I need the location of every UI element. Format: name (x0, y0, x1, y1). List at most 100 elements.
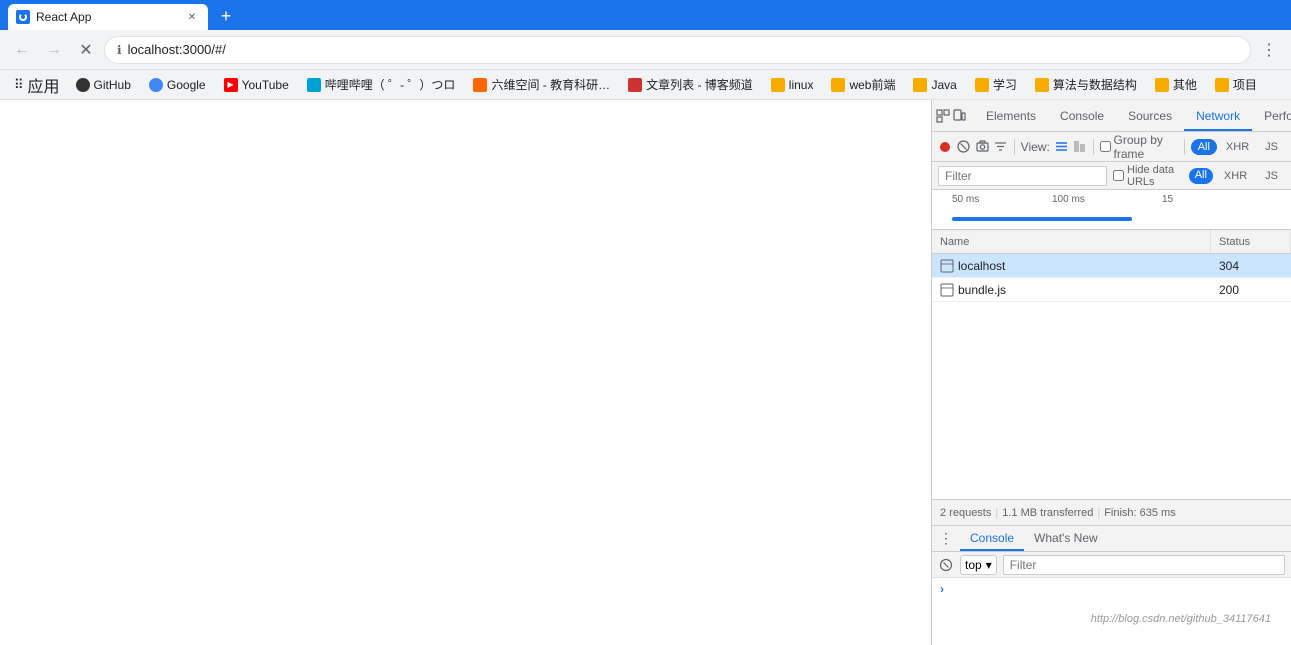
apps-bookmark[interactable]: ⠿ 应用 (8, 70, 66, 100)
bookmark-label: 算法与数据结构 (1053, 76, 1137, 93)
hide-data-urls-checkbox[interactable]: Hide data URLs (1113, 164, 1179, 188)
tab-favicon (16, 10, 30, 24)
console-tab-whatsnew[interactable]: What's New (1024, 527, 1108, 551)
navigation-bar: ← → ✕ ℹ localhost:3000/#/ ⋮ (0, 30, 1291, 70)
bookmark-66wf[interactable]: 六维空间 - 教育科研… (465, 72, 618, 97)
extensions-button[interactable]: ⋮ (1255, 36, 1283, 64)
filter-button[interactable] (993, 138, 1007, 156)
timeline-marker-100: 100 ms (1052, 194, 1085, 205)
devtools-device-button[interactable] (952, 103, 966, 129)
main-area: Elements Console Sources Network Perfo (0, 100, 1291, 645)
bookmark-github[interactable]: GitHub (68, 74, 139, 96)
active-tab[interactable]: React App ✕ (8, 4, 208, 30)
bookmark-label: 学习 (993, 76, 1017, 93)
filter-xhr-2[interactable]: XHR (1217, 168, 1254, 184)
waterfall-view-button[interactable] (1072, 138, 1086, 156)
bookmark-csdn[interactable]: 文章列表 - 博客频道 (620, 72, 761, 97)
filter-all[interactable]: All (1191, 139, 1217, 155)
bookmark-label: linux (789, 78, 814, 92)
timeline-marker-50: 50 ms (952, 194, 979, 205)
console-filter-input[interactable] (1003, 555, 1285, 575)
network-row-bundle[interactable]: bundle.js 200 (932, 278, 1291, 302)
table-header: Name Status (932, 230, 1291, 254)
tab-network[interactable]: Network (1184, 103, 1252, 131)
filter-js[interactable]: JS (1258, 139, 1285, 155)
console-tab-console[interactable]: Console (960, 527, 1024, 551)
transferred-size: 1.1 MB transferred (1002, 507, 1093, 519)
timeline-bar (952, 217, 1132, 221)
bookmark-label: 其他 (1173, 76, 1197, 93)
devtools-inspect-button[interactable] (936, 103, 950, 129)
new-tab-button[interactable]: + (212, 2, 240, 30)
clear-button[interactable] (956, 138, 970, 156)
bookmark-linux[interactable]: linux (763, 74, 822, 96)
tab-elements[interactable]: Elements (974, 103, 1048, 131)
filter-all-2[interactable]: All (1189, 168, 1213, 184)
row-status-localhost: 304 (1211, 254, 1291, 277)
bookmark-label: YouTube (242, 78, 289, 92)
console-chevron-icon: › (940, 582, 944, 596)
bookmark-label: Google (167, 78, 206, 92)
list-view-button[interactable] (1054, 138, 1068, 156)
console-no-icon[interactable] (938, 557, 954, 573)
bookmark-youtube[interactable]: ▶ YouTube (216, 74, 297, 96)
bookmark-bilibili[interactable]: 哔哩哔哩（ ゜- ゜）つロ (299, 72, 464, 97)
bookmark-google[interactable]: Google (141, 74, 214, 96)
filter-js-2[interactable]: JS (1258, 168, 1285, 184)
page-content (0, 100, 931, 645)
reload-button[interactable]: ✕ (72, 36, 100, 64)
bookmark-study[interactable]: 学习 (967, 72, 1025, 97)
tab-bar: React App ✕ + (0, 0, 1291, 30)
network-timeline: 50 ms 100 ms 15 (932, 190, 1291, 230)
bookmark-other[interactable]: 其他 (1147, 72, 1205, 97)
forward-button[interactable]: → (40, 36, 68, 64)
bookmark-webfront[interactable]: web前端 (823, 72, 903, 97)
filter-xhr[interactable]: XHR (1219, 139, 1256, 155)
bookmarks-bar: ⠿ 应用 GitHub Google ▶ YouTube 哔哩哔哩（ ゜- ゜）… (0, 70, 1291, 100)
tab-close-button[interactable]: ✕ (184, 9, 200, 25)
address-bar[interactable]: ℹ localhost:3000/#/ (104, 36, 1251, 64)
bookmark-project[interactable]: 项目 (1207, 72, 1265, 97)
requests-count: 2 requests (940, 507, 991, 519)
hide-data-urls-label: Hide data URLs (1127, 164, 1179, 188)
chevron-down-icon: ▾ (986, 558, 992, 572)
console-menu-button[interactable]: ⋮ (936, 529, 956, 549)
filter-input[interactable] (938, 166, 1107, 186)
group-by-frame-label: Group by frame (1114, 133, 1178, 161)
group-by-frame-checkbox[interactable]: Group by frame (1100, 133, 1178, 161)
watermark: http://blog.csdn.net/github_34117641 (1091, 613, 1271, 625)
tab-title: React App (36, 10, 178, 24)
bookmark-label: GitHub (94, 78, 131, 92)
filter-row: Hide data URLs All XHR JS (932, 162, 1291, 190)
bookmark-label: 六维空间 - 教育科研… (491, 76, 610, 93)
nav-actions: ⋮ (1255, 36, 1283, 64)
console-context-select[interactable]: top ▾ (960, 555, 997, 575)
apps-label: 应用 (28, 73, 60, 97)
devtools-top-toolbar: Elements Console Sources Network Perfo (932, 100, 1291, 132)
security-icon: ℹ (117, 43, 122, 57)
tab-performance[interactable]: Perfo (1252, 103, 1291, 131)
console-prompt[interactable]: › (940, 582, 1283, 596)
bookmark-label: 项目 (1233, 76, 1257, 93)
tab-sources[interactable]: Sources (1116, 103, 1184, 131)
bookmark-java[interactable]: Java (905, 74, 964, 96)
bookmark-label: 哔哩哔哩（ ゜- ゜）つロ (325, 76, 456, 93)
finish-time: Finish: 635 ms (1104, 507, 1176, 519)
camera-button[interactable] (975, 138, 989, 156)
console-toolbar: top ▾ (932, 552, 1291, 578)
network-toolbar: View: Group by f (932, 132, 1291, 162)
url-text: localhost:3000/#/ (128, 42, 1238, 57)
bookmark-label: Java (931, 78, 956, 92)
row-name-bundle: bundle.js (932, 278, 1211, 301)
tab-console[interactable]: Console (1048, 103, 1116, 131)
network-row-localhost[interactable]: localhost 304 (932, 254, 1291, 278)
network-status-bar: 2 requests | 1.1 MB transferred | Finish… (932, 499, 1291, 525)
bookmark-algo[interactable]: 算法与数据结构 (1027, 72, 1145, 97)
record-button[interactable] (938, 138, 952, 156)
bookmark-label: 文章列表 - 博客频道 (646, 76, 753, 93)
console-area: ⋮ Console What's New top ▾ (932, 525, 1291, 645)
column-status: Status (1211, 230, 1291, 253)
bookmark-label: web前端 (849, 76, 895, 93)
back-button[interactable]: ← (8, 36, 36, 64)
column-name: Name (932, 230, 1211, 253)
